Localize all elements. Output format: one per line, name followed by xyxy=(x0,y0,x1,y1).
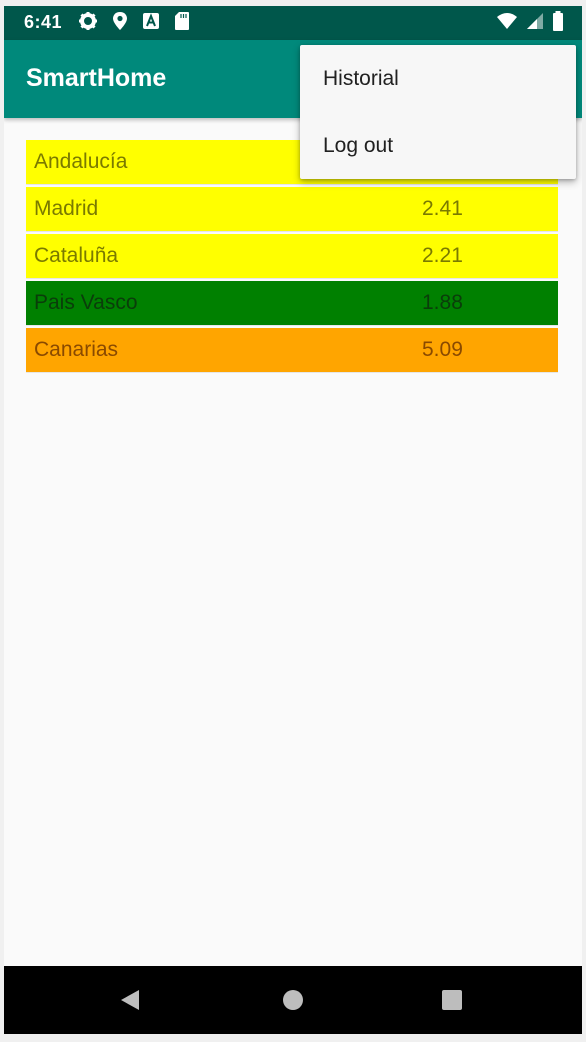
app-title: SmartHome xyxy=(26,64,167,92)
table-row[interactable]: Madrid 2.41 xyxy=(26,187,558,232)
table-row[interactable]: Pais Vasco 1.88 xyxy=(26,281,558,326)
gear-icon xyxy=(78,11,98,36)
region-value: 5.09 xyxy=(422,338,463,361)
a-letter-icon xyxy=(142,12,160,35)
location-icon xyxy=(112,11,128,36)
overflow-menu: Historial Log out xyxy=(300,45,576,179)
status-icons-right xyxy=(496,10,564,36)
region-name: Andalucía xyxy=(34,150,128,173)
region-name: Canarias xyxy=(34,338,119,361)
battery-icon xyxy=(552,10,564,36)
region-name: Madrid xyxy=(34,197,99,220)
navigation-bar xyxy=(4,966,582,1034)
table-row[interactable]: Canarias 5.09 xyxy=(26,328,558,373)
region-value: 2.41 xyxy=(422,197,463,220)
status-bar: 6:41 xyxy=(4,6,582,40)
back-icon[interactable] xyxy=(118,988,142,1017)
home-icon[interactable] xyxy=(281,988,305,1017)
region-value: 2.21 xyxy=(422,244,463,267)
status-icons-left xyxy=(78,11,190,36)
region-name: Cataluña xyxy=(34,244,119,267)
sd-card-icon xyxy=(174,11,190,36)
menu-item-log-out[interactable]: Log out xyxy=(300,112,576,179)
phone-screen: 6:41 SmartHome Andalucía Madrid 2.41 Cat… xyxy=(4,6,582,1034)
wifi-icon xyxy=(496,12,518,35)
menu-item-label: Log out xyxy=(323,134,394,157)
menu-item-historial[interactable]: Historial xyxy=(300,45,576,112)
recents-icon[interactable] xyxy=(440,988,464,1017)
region-value: 1.88 xyxy=(422,291,463,314)
region-name: Pais Vasco xyxy=(34,291,138,314)
table-row[interactable]: Cataluña 2.21 xyxy=(26,234,558,279)
signal-icon xyxy=(526,12,544,35)
status-time: 6:41 xyxy=(24,12,63,32)
menu-item-label: Historial xyxy=(323,67,399,90)
